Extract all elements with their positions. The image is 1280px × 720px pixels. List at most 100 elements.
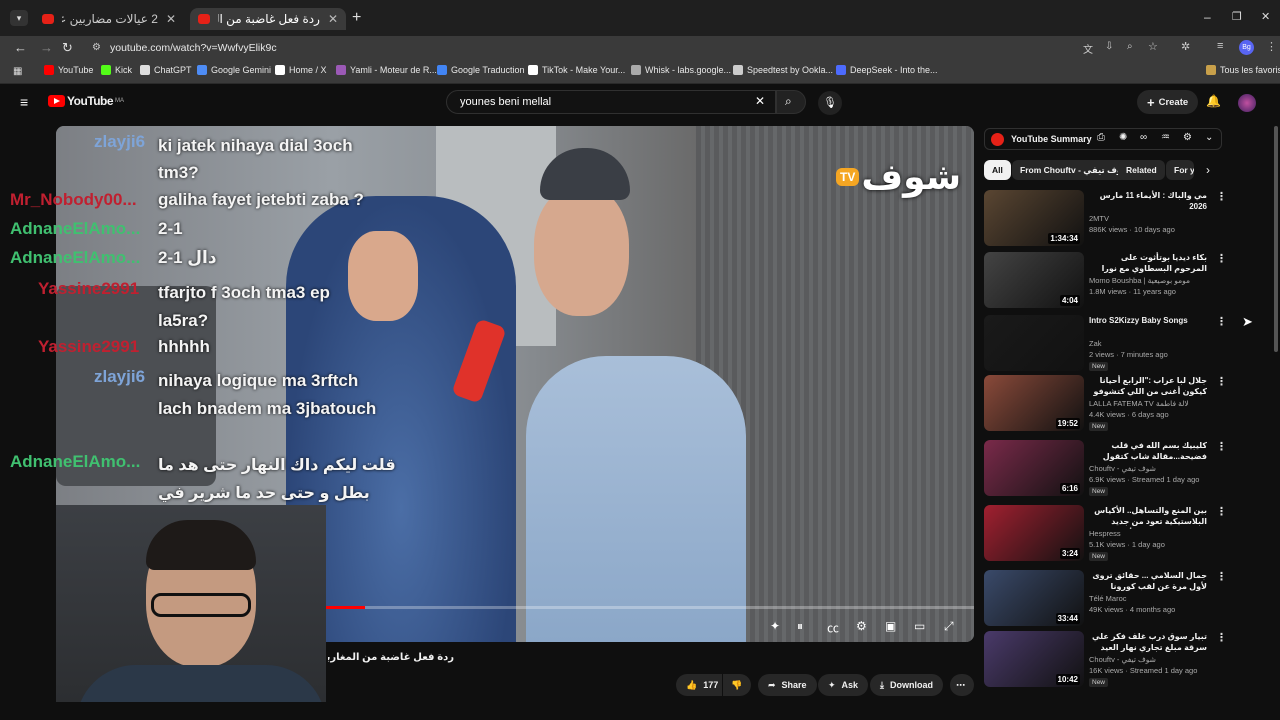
scrollbar[interactable] xyxy=(1274,126,1278,352)
video-channel[interactable]: 2MTV xyxy=(1089,214,1109,223)
notifications-bell-icon[interactable]: 🔔 xyxy=(1206,94,1221,108)
transcript-icon[interactable]: ⎙ xyxy=(1097,132,1105,143)
video-channel[interactable]: Chouftv - شوف تيفي xyxy=(1089,655,1156,664)
chip-all[interactable]: All xyxy=(984,160,1011,180)
bookmark-speedtest[interactable]: Speedtest by Ookla... xyxy=(733,65,833,75)
create-button[interactable]: + Create xyxy=(1137,90,1199,114)
translate-icon[interactable]: 文 xyxy=(1083,41,1093,56)
bookmark-gemini[interactable]: Google Gemini xyxy=(197,65,271,75)
bookmark-chatgpt[interactable]: ChatGPT xyxy=(140,65,192,75)
chevron-down-icon[interactable]: ⌄ xyxy=(1205,132,1213,143)
related-video-item[interactable]: 10:42 تبيار سوق درب غلف فكر علي سرقة مبلغ… xyxy=(984,631,1227,691)
video-title[interactable]: كليبيك بسم الله في قلب فضيحة...مقالة شاب… xyxy=(1089,440,1207,464)
chip-for-you[interactable]: For y xyxy=(1166,160,1194,180)
bookmark-youtube[interactable]: YouTube xyxy=(44,65,93,75)
chip-related[interactable]: Related xyxy=(1118,160,1165,180)
tab-1[interactable]: 2 عيالات مضاربين على راجل مزو ✕ xyxy=(34,8,184,30)
more-options-icon[interactable]: ⋮ xyxy=(1216,631,1227,644)
openai-icon[interactable]: ✺ xyxy=(1119,132,1127,143)
zoom-icon[interactable]: ⌕ xyxy=(1127,41,1133,52)
video-channel[interactable]: Momo Boushba | مومو بوصيعية xyxy=(1089,276,1190,285)
video-title[interactable]: جلال لبا عراب :"الرابع أحيانا كيكون أغنى… xyxy=(1089,375,1207,399)
video-title[interactable]: تبيار سوق درب غلف فكر علي سرقة مبلغ تجار… xyxy=(1089,631,1207,655)
video-thumbnail[interactable]: 6:16 xyxy=(984,440,1084,496)
related-video-item[interactable]: 1:34:34 مي والباك : الأيماء 11 مارس 2026 2… xyxy=(984,190,1227,250)
all-bookmarks[interactable]: Tous les favoris xyxy=(1206,65,1280,75)
video-title[interactable]: بكاء ديديا بوتأثوت على المرحوم البسطاوي … xyxy=(1089,252,1207,276)
close-tab-icon[interactable]: ✕ xyxy=(166,12,176,26)
video-channel[interactable]: Télé Maroc xyxy=(1089,594,1127,603)
infinity-icon[interactable]: ∞ xyxy=(1140,132,1147,143)
extensions-icon[interactable]: ✲ xyxy=(1181,40,1190,53)
miniplayer-icon[interactable]: ▣ xyxy=(885,619,896,633)
new-tab-button[interactable]: + xyxy=(352,9,361,27)
related-video-item[interactable]: Intro S2Kizzy Baby Songs Zak 2 views · 7 m… xyxy=(984,315,1227,375)
more-options-icon[interactable]: ⋮ xyxy=(1216,252,1227,265)
install-icon[interactable]: ⇩ xyxy=(1105,41,1113,52)
more-options-icon[interactable]: ⋮ xyxy=(1216,505,1227,518)
related-video-item[interactable]: 19:52 جلال لبا عراب :"الرابع أحيانا كيكون… xyxy=(984,375,1227,435)
settings-icon[interactable]: ⚙ xyxy=(1183,132,1192,143)
video-title[interactable]: بين المنع والتساهل.. الأكياس البلاستيكية… xyxy=(1089,505,1207,529)
sparkle-icon[interactable]: ✦ xyxy=(770,619,780,633)
menu-list-icon[interactable]: ≡ xyxy=(1217,40,1223,52)
progress-track[interactable] xyxy=(326,606,974,609)
more-options-icon[interactable]: ⋮ xyxy=(1216,440,1227,453)
close-window-button[interactable]: ✕ xyxy=(1261,10,1270,23)
minimize-button[interactable]: – xyxy=(1204,10,1211,24)
video-channel[interactable]: LALLA FATEMA TV لالة فاطمة xyxy=(1089,399,1189,408)
ask-button[interactable]: ✦ Ask xyxy=(818,674,869,696)
bookmark-yamli[interactable]: Yamli - Moteur de R... xyxy=(336,65,437,75)
captions-icon[interactable]: ㏄ xyxy=(827,619,839,636)
dislike-button[interactable]: 👎 xyxy=(723,674,751,696)
video-title[interactable]: Intro S2Kizzy Baby Songs xyxy=(1089,315,1207,326)
more-options-icon[interactable]: ⋮ xyxy=(1216,375,1227,388)
video-title[interactable]: مي والباك : الأيماء 11 مارس 2026 xyxy=(1089,190,1207,212)
video-channel[interactable]: Chouftv - شوف تيفي xyxy=(1089,464,1156,473)
more-options-icon[interactable]: ⋮ xyxy=(1216,190,1227,203)
video-thumbnail[interactable]: 3:24 xyxy=(984,505,1084,561)
bookmark-star-icon[interactable]: ☆ xyxy=(1148,40,1158,53)
settings-gear-icon[interactable]: ⚙ xyxy=(856,619,867,633)
video-thumbnail[interactable]: 19:52 xyxy=(984,375,1084,431)
clear-search-icon[interactable]: ✕ xyxy=(755,94,765,108)
related-video-item[interactable]: 3:24 بين المنع والتساهل.. الأكياس البلاست… xyxy=(984,505,1227,565)
chevron-right-icon[interactable]: › xyxy=(1206,163,1210,177)
share-button[interactable]: ➦ Share xyxy=(758,674,817,696)
back-icon[interactable]: ← xyxy=(14,40,27,55)
browser-menu-icon[interactable]: ⋮ xyxy=(1266,40,1277,53)
fullscreen-icon[interactable]: ⤢ xyxy=(944,619,954,634)
bookmark-kick[interactable]: Kick xyxy=(101,65,132,75)
related-video-item[interactable]: 6:16 كليبيك بسم الله في قلب فضيحة...مقالة… xyxy=(984,440,1227,500)
audio-wave-icon[interactable]: ♒ xyxy=(1161,132,1170,143)
search-input[interactable]: younes beni mellal xyxy=(446,90,776,114)
bookmark-translate[interactable]: Google Traduction xyxy=(437,65,525,75)
close-tab-icon[interactable]: ✕ xyxy=(328,12,338,26)
more-options-icon[interactable]: ⋮ xyxy=(1216,570,1227,583)
video-thumbnail[interactable]: 4:04 xyxy=(984,252,1084,308)
restore-button[interactable]: ❐ xyxy=(1232,10,1242,23)
tab-2[interactable]: ردة فعل غاضبة من المغاربة ✕ xyxy=(190,8,346,30)
account-avatar[interactable] xyxy=(1238,94,1256,112)
site-info-icon[interactable]: ⚙ xyxy=(92,42,101,53)
forward-icon[interactable]: → xyxy=(40,40,53,55)
url-field[interactable]: youtube.com/watch?v=WwfvyElik9c xyxy=(110,42,277,54)
voice-search-icon[interactable]: 🎙 xyxy=(818,91,842,115)
search-button[interactable]: ⌕ xyxy=(776,90,806,114)
video-thumbnail[interactable] xyxy=(984,315,1084,371)
hamburger-menu-icon[interactable]: ≡ xyxy=(20,94,28,110)
more-options-icon[interactable]: ⋮ xyxy=(1216,315,1227,328)
video-channel[interactable]: Hespress xyxy=(1089,529,1121,538)
bookmark-whisk[interactable]: Whisk - labs.google... xyxy=(631,65,731,75)
video-channel[interactable]: Zak xyxy=(1089,339,1102,348)
video-thumbnail[interactable]: 33:44 xyxy=(984,570,1084,626)
download-button[interactable]: ⤓ Download xyxy=(870,674,943,696)
related-video-item[interactable]: 33:44 جمال السلامي ... حقائق تروى لأول مر… xyxy=(984,570,1227,630)
pause-icon[interactable]: ⏸ xyxy=(797,619,803,634)
youtube-logo[interactable]: YouTube MA xyxy=(48,94,124,108)
video-thumbnail[interactable]: 1:34:34 xyxy=(984,190,1084,246)
bookmark-tiktok[interactable]: TikTok - Make Your... xyxy=(528,65,625,75)
more-actions-button[interactable]: ⋯ xyxy=(950,674,974,696)
cast-icon[interactable]: ▭ xyxy=(914,619,925,633)
bookmark-x[interactable]: Home / X xyxy=(275,65,327,75)
